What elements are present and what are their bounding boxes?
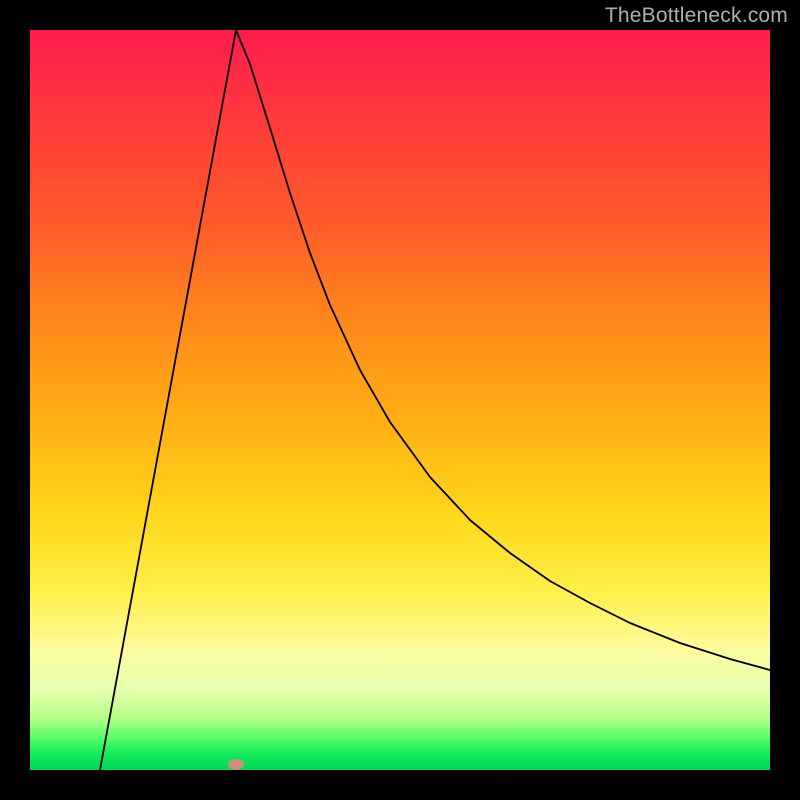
chart-frame: TheBottleneck.com — [0, 0, 800, 800]
watermark-text: TheBottleneck.com — [605, 4, 788, 28]
curve-left-segment — [100, 30, 236, 770]
curve-right-segment — [236, 30, 770, 670]
plot-area — [30, 30, 770, 770]
minimum-marker — [228, 759, 244, 770]
curve-svg — [30, 30, 770, 770]
